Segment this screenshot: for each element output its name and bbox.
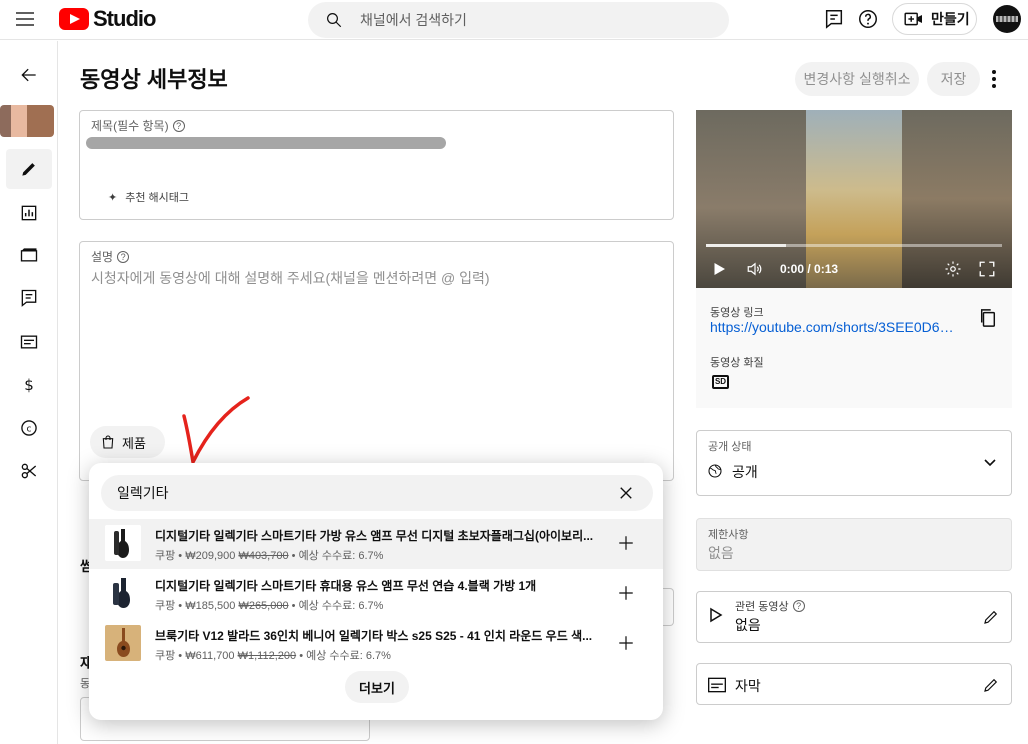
top-bar: Studio 만들기 [0, 0, 1028, 40]
visibility-dropdown[interactable]: 공개 상태 공개 [696, 430, 1012, 496]
subtitles-label: 자막 [735, 678, 761, 694]
product-item[interactable]: 디지털기타 일렉기타 스마트기타 가방 유스 앰프 무선 디지털 초보자플래그십… [89, 519, 663, 569]
product-search-popup: 일렉기타 디지털기타 일렉기타 스마트기타 가방 유스 앰프 무선 디지털 초보… [89, 463, 663, 720]
product-title: 디지털기타 일렉기타 스마트기타 가방 유스 앰프 무선 디지털 초보자플래그십… [155, 529, 594, 543]
show-more-button[interactable]: 더보기 [345, 671, 409, 703]
product-meta: 쿠팡 • ₩185,500 ₩265,000 • 예상 수수료: 6.7% [155, 600, 384, 612]
play-icon[interactable] [710, 260, 728, 278]
clips-scissors-icon[interactable] [6, 451, 52, 491]
edit-pencil-icon[interactable] [982, 676, 1000, 694]
related-video-box[interactable]: 관련 동영상 ? 없음 [696, 591, 1012, 643]
svg-text:$: $ [24, 376, 34, 394]
product-title: 디지털기타 일렉기타 스마트기타 휴대용 유스 앰프 무선 연습 4.블랙 가방… [155, 579, 537, 593]
search-icon[interactable] [325, 11, 343, 29]
products-chip-label: 제품 [122, 435, 146, 451]
product-thumbnail-guitar-bag [105, 575, 141, 611]
studio-logo[interactable]: Studio [59, 6, 156, 32]
red-checkmark [182, 396, 250, 464]
add-plus-icon[interactable] [617, 584, 635, 602]
logo-text: Studio [93, 6, 156, 31]
svg-text:c: c [26, 423, 31, 434]
video-progress-fill [706, 244, 786, 247]
product-item[interactable]: 브룩기타 V12 발라드 36인치 베니어 일렉기타 박스 s25 S25 - … [89, 619, 663, 669]
help-icon[interactable] [857, 8, 879, 30]
products-chip[interactable]: 제품 [90, 426, 165, 458]
related-video-value: 없음 [735, 617, 761, 633]
analytics-icon[interactable] [6, 193, 52, 233]
create-label: 만들기 [931, 11, 970, 27]
visibility-label: 공개 상태 [708, 441, 752, 453]
product-item[interactable]: 디지털기타 일렉기타 스마트기타 휴대용 유스 앰프 무선 연습 4.블랙 가방… [89, 569, 663, 619]
video-time: 0:00 / 0:13 [780, 262, 839, 276]
close-icon[interactable] [617, 484, 635, 502]
fullscreen-icon[interactable] [978, 260, 996, 278]
sparkle-icon: ✦ [108, 191, 118, 204]
chevron-down-icon [984, 459, 996, 467]
search-input[interactable] [360, 12, 700, 28]
title-field-label: 제목(필수 항목) [91, 119, 169, 133]
video-info-card: 동영상 링크 https://youtube.com/shorts/3SEE0D… [696, 288, 1012, 408]
video-progress-bar[interactable] [706, 244, 1002, 247]
volume-icon[interactable] [746, 260, 764, 278]
restrictions-label: 제한사항 [708, 529, 749, 541]
title-field[interactable]: 제목(필수 항목) ? ✦ 추천 해시태그 [79, 110, 674, 220]
product-search-value[interactable]: 일렉기타 [117, 483, 169, 503]
description-field[interactable]: 설명 ? 시청자에게 동영상에 대해 설명해 주세요(채널을 멘션하려면 @ 입… [79, 241, 674, 481]
video-preview-player[interactable]: 0:00 / 0:13 [696, 110, 1012, 288]
related-video-label: 관련 동영상 [735, 601, 789, 613]
suggested-hashtags[interactable]: ✦ 추천 해시태그 [108, 189, 189, 205]
visibility-value: 공개 [732, 464, 758, 480]
more-options-icon[interactable] [988, 70, 1000, 90]
video-link-label: 동영상 링크 [710, 307, 764, 319]
settings-gear-icon[interactable] [944, 260, 962, 278]
add-plus-icon[interactable] [617, 534, 635, 552]
hamburger-icon[interactable] [16, 10, 36, 28]
help-icon[interactable]: ? [172, 119, 185, 132]
description-placeholder: 시청자에게 동영상에 대해 설명해 주세요(채널을 멘션하려면 @ 입력) [91, 270, 490, 286]
sd-quality-icon: SD [712, 375, 729, 389]
globe-icon [708, 464, 722, 478]
subtitles-icon[interactable] [6, 322, 52, 362]
restrictions-box: 제한사항 없음 [696, 518, 1012, 571]
monetization-icon[interactable]: $ [6, 365, 52, 405]
account-avatar[interactable] [993, 5, 1021, 33]
shopping-bag-icon [102, 435, 114, 449]
copy-icon[interactable] [979, 308, 997, 328]
product-thumbnail-wood-guitar [105, 625, 141, 661]
feedback-icon[interactable] [823, 8, 845, 30]
video-link[interactable]: https://youtube.com/shorts/3SEE0D6F... [710, 319, 954, 335]
product-thumbnail-guitar-case [105, 525, 141, 561]
product-meta: 쿠팡 • ₩209,900 ₩403,700 • 예상 수수료: 6.7% [155, 550, 384, 562]
product-title: 브룩기타 V12 발라드 36인치 베니어 일렉기타 박스 s25 S25 - … [155, 629, 593, 643]
editor-clapper-icon[interactable] [6, 235, 52, 275]
back-arrow-icon[interactable] [6, 55, 52, 95]
video-camera-plus-icon [904, 12, 922, 26]
comments-icon[interactable] [6, 278, 52, 318]
restrictions-value: 없음 [708, 545, 734, 561]
play-outline-icon [710, 607, 723, 623]
video-quality-label: 동영상 화질 [710, 357, 764, 369]
create-button[interactable]: 만들기 [892, 3, 977, 35]
product-meta: 쿠팡 • ₩611,700 ₩1,112,200 • 예상 수수료: 6.7% [155, 650, 391, 662]
undo-changes-button[interactable]: 변경사항 실행취소 [795, 62, 919, 96]
page-title: 동영상 세부정보 [80, 67, 228, 92]
product-search-input[interactable]: 일렉기타 [101, 475, 653, 511]
suggested-hashtags-label: 추천 해시태그 [125, 192, 189, 204]
description-label: 설명 [91, 250, 114, 264]
help-icon[interactable]: ? [117, 250, 130, 263]
edit-details-icon[interactable] [6, 149, 52, 189]
subtitles-box[interactable]: 자막 [696, 663, 1012, 705]
add-plus-icon[interactable] [617, 634, 635, 652]
left-rail: $ c [0, 41, 58, 744]
save-button[interactable]: 저장 [927, 62, 980, 96]
edit-pencil-icon[interactable] [982, 608, 1000, 626]
youtube-play-icon [59, 8, 89, 30]
copyright-icon[interactable]: c [6, 408, 52, 448]
video-thumbnail[interactable] [0, 105, 54, 137]
subtitles-icon [708, 677, 726, 693]
search-bar[interactable] [308, 2, 729, 38]
redacted-title-text [86, 137, 446, 149]
help-icon[interactable]: ? [792, 600, 805, 612]
